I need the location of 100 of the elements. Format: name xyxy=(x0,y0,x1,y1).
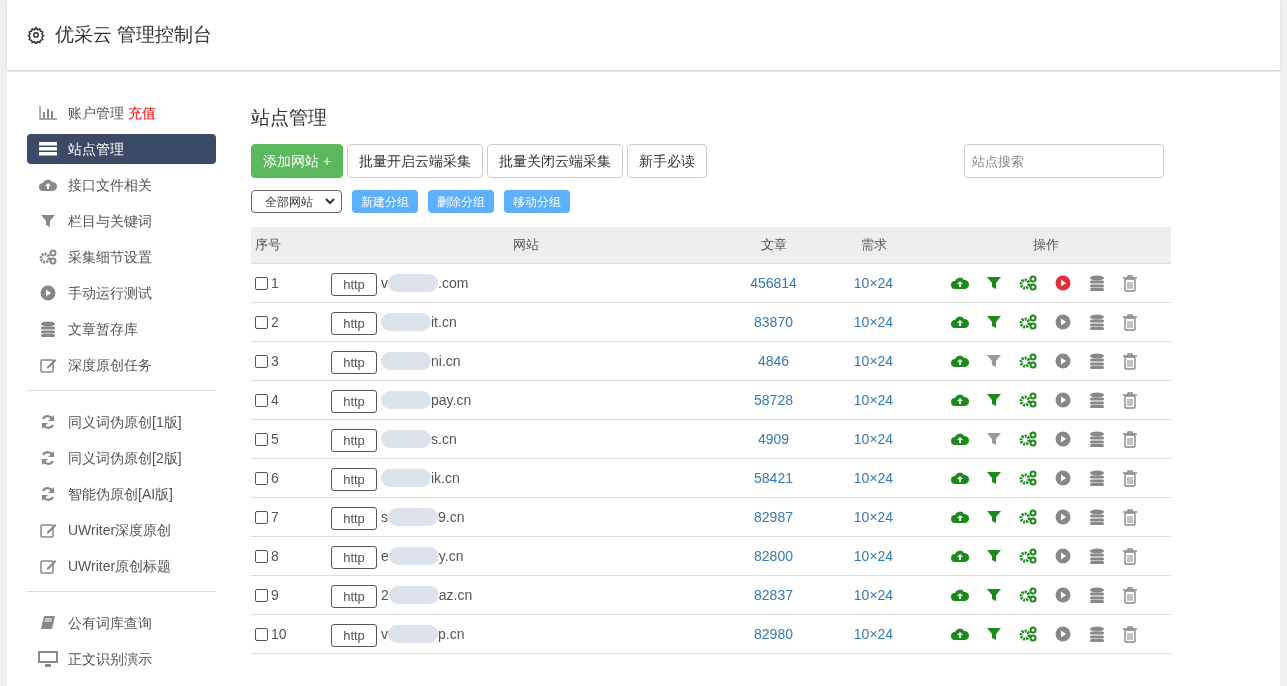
toolbar-button[interactable]: 批量开启云端采集 xyxy=(347,144,484,178)
database-icon[interactable] xyxy=(1089,587,1105,603)
sidebar-item[interactable]: 同义词伪原创[1版] xyxy=(27,407,216,437)
gears-icon[interactable] xyxy=(1019,548,1037,564)
row-checkbox[interactable] xyxy=(255,588,268,602)
cloud-upload-icon[interactable] xyxy=(951,588,969,602)
gears-icon[interactable] xyxy=(1019,470,1037,486)
trash-icon[interactable] xyxy=(1123,313,1137,331)
sidebar-item[interactable]: 正文识别演示 xyxy=(27,644,216,674)
row-checkbox[interactable] xyxy=(255,627,268,641)
filter-icon[interactable] xyxy=(987,315,1001,329)
site-domain[interactable]: 2 az.cn xyxy=(381,584,473,606)
row-checkbox[interactable] xyxy=(255,393,268,407)
row-checkbox[interactable] xyxy=(255,276,268,290)
row-checkbox[interactable] xyxy=(255,510,268,524)
gears-icon[interactable] xyxy=(1019,392,1037,408)
cloud-upload-icon[interactable] xyxy=(951,471,969,485)
filter-icon[interactable] xyxy=(987,627,1001,641)
recharge-link[interactable]: 充值 xyxy=(128,102,156,124)
trash-icon[interactable] xyxy=(1123,391,1137,409)
group-dropdown[interactable]: 全部网站 xyxy=(251,190,342,213)
database-icon[interactable] xyxy=(1089,275,1105,291)
sidebar-item[interactable]: 站点管理 xyxy=(27,134,216,164)
site-domain[interactable]: v p.cn xyxy=(381,623,465,645)
sidebar-item[interactable]: 智能伪原创[AI版] xyxy=(27,479,216,509)
column-header: 操作 xyxy=(1033,236,1059,255)
sidebar-item[interactable]: 深度原创任务 xyxy=(27,350,216,380)
filter-icon[interactable] xyxy=(987,588,1001,602)
trash-icon[interactable] xyxy=(1123,547,1137,565)
filter-icon[interactable] xyxy=(987,276,1001,290)
sidebar-item[interactable]: 文章暂存库 xyxy=(27,314,216,344)
filter-icon[interactable] xyxy=(987,354,1001,368)
filter-icon[interactable] xyxy=(987,393,1001,407)
database-icon[interactable] xyxy=(1089,548,1105,564)
filter-icon[interactable] xyxy=(987,432,1001,446)
cloud-upload-icon[interactable] xyxy=(951,432,969,446)
cloud-upload-icon[interactable] xyxy=(951,354,969,368)
trash-icon[interactable] xyxy=(1123,274,1137,292)
database-icon[interactable] xyxy=(1089,392,1105,408)
row-number: 8 xyxy=(271,546,279,566)
gears-icon[interactable] xyxy=(1019,275,1037,291)
filter-icon[interactable] xyxy=(987,549,1001,563)
play-icon[interactable] xyxy=(1055,431,1071,447)
sidebar-item[interactable]: 栏目与关键词 xyxy=(27,206,216,236)
row-checkbox[interactable] xyxy=(255,315,268,329)
cloud-upload-icon[interactable] xyxy=(951,510,969,524)
site-domain[interactable]: v .com xyxy=(381,272,469,294)
cloud-upload-icon[interactable] xyxy=(951,393,969,407)
play-icon[interactable] xyxy=(1055,314,1071,330)
play-icon[interactable] xyxy=(1055,548,1071,564)
database-icon[interactable] xyxy=(1089,470,1105,486)
trash-icon[interactable] xyxy=(1123,586,1137,604)
gears-icon[interactable] xyxy=(1019,626,1037,642)
play-icon[interactable] xyxy=(1055,353,1071,369)
play-icon[interactable] xyxy=(1055,509,1071,525)
toolbar-button[interactable]: 批量关闭云端采集 xyxy=(487,144,624,178)
site-domain[interactable]: pay.cn xyxy=(381,389,472,411)
play-icon[interactable] xyxy=(1055,275,1071,291)
play-icon[interactable] xyxy=(1055,587,1071,603)
gears-icon[interactable] xyxy=(1019,509,1037,525)
database-icon[interactable] xyxy=(1089,431,1105,447)
sidebar-item[interactable]: 接口文件相关 xyxy=(27,170,216,200)
database-icon[interactable] xyxy=(1089,314,1105,330)
trash-icon[interactable] xyxy=(1123,469,1137,487)
filter-icon[interactable] xyxy=(987,471,1001,485)
row-checkbox[interactable] xyxy=(255,432,268,446)
gears-icon[interactable] xyxy=(1019,353,1037,369)
play-icon[interactable] xyxy=(1055,626,1071,642)
trash-icon[interactable] xyxy=(1123,508,1137,526)
database-icon[interactable] xyxy=(1089,626,1105,642)
gears-icon[interactable] xyxy=(1019,314,1037,330)
row-checkbox[interactable] xyxy=(255,549,268,563)
sidebar-item[interactable]: UWriter原创标题 xyxy=(27,551,216,581)
site-domain[interactable]: s 9.cn xyxy=(381,506,465,528)
table-cell-text: 82800 xyxy=(754,546,793,566)
sidebar-item[interactable]: 采集细节设置 xyxy=(27,242,216,272)
filter-icon[interactable] xyxy=(987,510,1001,524)
sidebar-item[interactable]: 账户管理 充值 xyxy=(27,98,216,128)
cloud-upload-icon[interactable] xyxy=(951,315,969,329)
gears-icon[interactable] xyxy=(1019,587,1037,603)
row-checkbox[interactable] xyxy=(255,354,268,368)
row-number: 3 xyxy=(271,351,279,371)
play-icon[interactable] xyxy=(1055,392,1071,408)
cloud-upload-icon[interactable] xyxy=(951,627,969,641)
trash-icon[interactable] xyxy=(1123,625,1137,643)
sidebar-item[interactable]: 公有词库查询 xyxy=(27,608,216,638)
trash-icon[interactable] xyxy=(1123,430,1137,448)
play-icon[interactable] xyxy=(1055,470,1071,486)
cloud-upload-icon[interactable] xyxy=(951,276,969,290)
database-icon[interactable] xyxy=(1089,353,1105,369)
cloud-upload-icon[interactable] xyxy=(951,549,969,563)
sidebar-item[interactable]: UWriter深度原创 xyxy=(27,515,216,545)
search-field[interactable]: 站点搜索 xyxy=(964,144,1164,178)
sidebar-item[interactable]: 手动运行测试 xyxy=(27,278,216,308)
database-icon[interactable] xyxy=(1089,509,1105,525)
row-checkbox[interactable] xyxy=(255,471,268,485)
trash-icon[interactable] xyxy=(1123,352,1137,370)
gears-icon[interactable] xyxy=(1019,431,1037,447)
sidebar-item[interactable]: 同义词伪原创[2版] xyxy=(27,443,216,473)
toolbar-button[interactable]: 新手必读 xyxy=(627,144,708,178)
